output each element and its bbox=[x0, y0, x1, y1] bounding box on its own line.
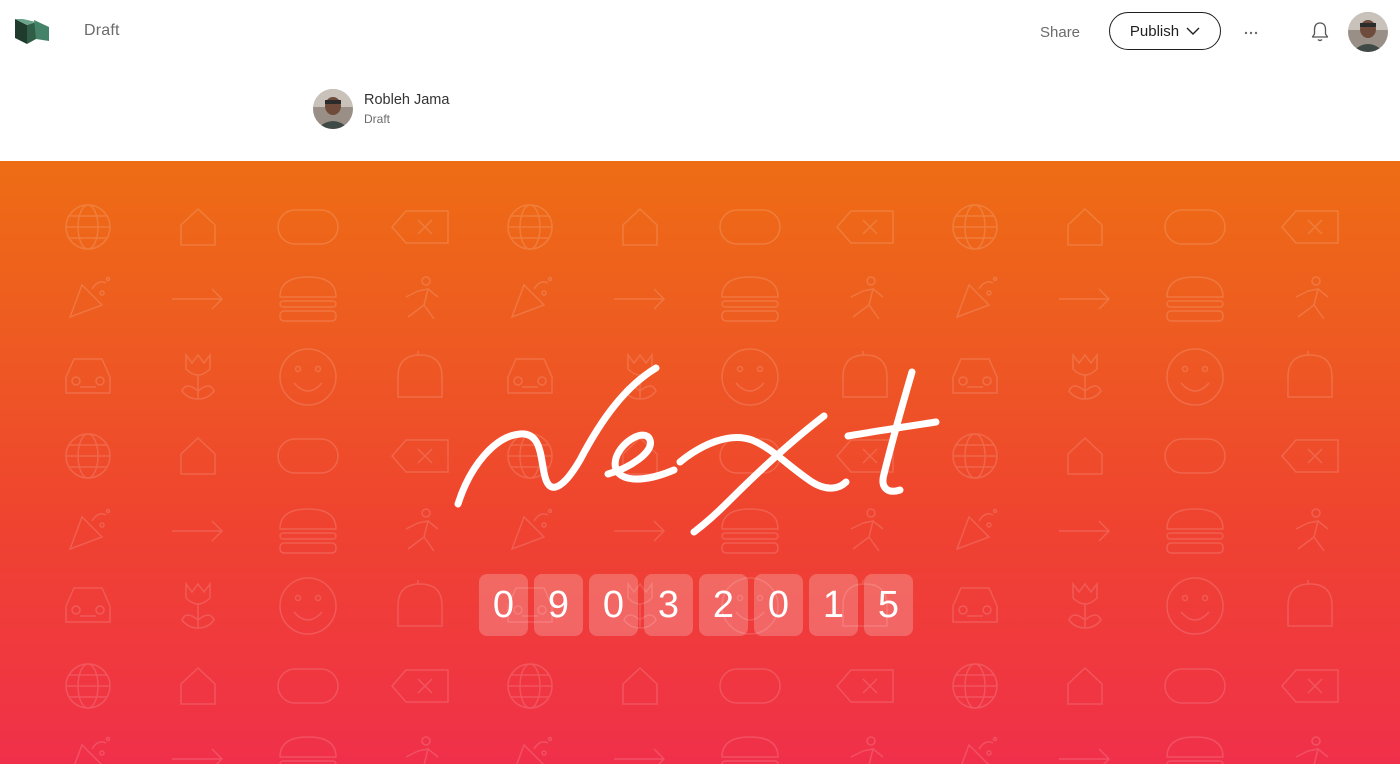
hero-image: 0 9 0 3 2 0 1 5 bbox=[0, 161, 1400, 764]
digit-tile: 1 bbox=[809, 574, 858, 636]
share-button[interactable]: Share bbox=[1040, 24, 1080, 41]
digit-tile: 0 bbox=[754, 574, 803, 636]
chevron-down-icon bbox=[1186, 27, 1200, 35]
digit-tile: 0 bbox=[589, 574, 638, 636]
publish-button[interactable]: Publish bbox=[1109, 12, 1221, 50]
digit-tile: 3 bbox=[644, 574, 693, 636]
digit-tile: 2 bbox=[699, 574, 748, 636]
digit-tile: 5 bbox=[864, 574, 913, 636]
digit-tile: 0 bbox=[479, 574, 528, 636]
next-wordmark bbox=[454, 364, 940, 536]
bell-icon[interactable] bbox=[1310, 21, 1330, 43]
author-name[interactable]: Robleh Jama bbox=[364, 92, 449, 108]
top-bar: Draft Share Publish bbox=[0, 0, 1400, 64]
draft-status-label: Draft bbox=[84, 22, 120, 39]
digit-tile: 9 bbox=[534, 574, 583, 636]
user-avatar[interactable] bbox=[1348, 12, 1388, 52]
publish-button-label: Publish bbox=[1129, 22, 1180, 40]
date-digits: 0 9 0 3 2 0 1 5 bbox=[479, 574, 913, 636]
author-avatar[interactable] bbox=[313, 89, 353, 129]
more-horizontal-icon[interactable] bbox=[1243, 24, 1259, 40]
medium-logo-icon[interactable] bbox=[14, 17, 50, 45]
author-draft-status: Draft bbox=[364, 112, 391, 126]
